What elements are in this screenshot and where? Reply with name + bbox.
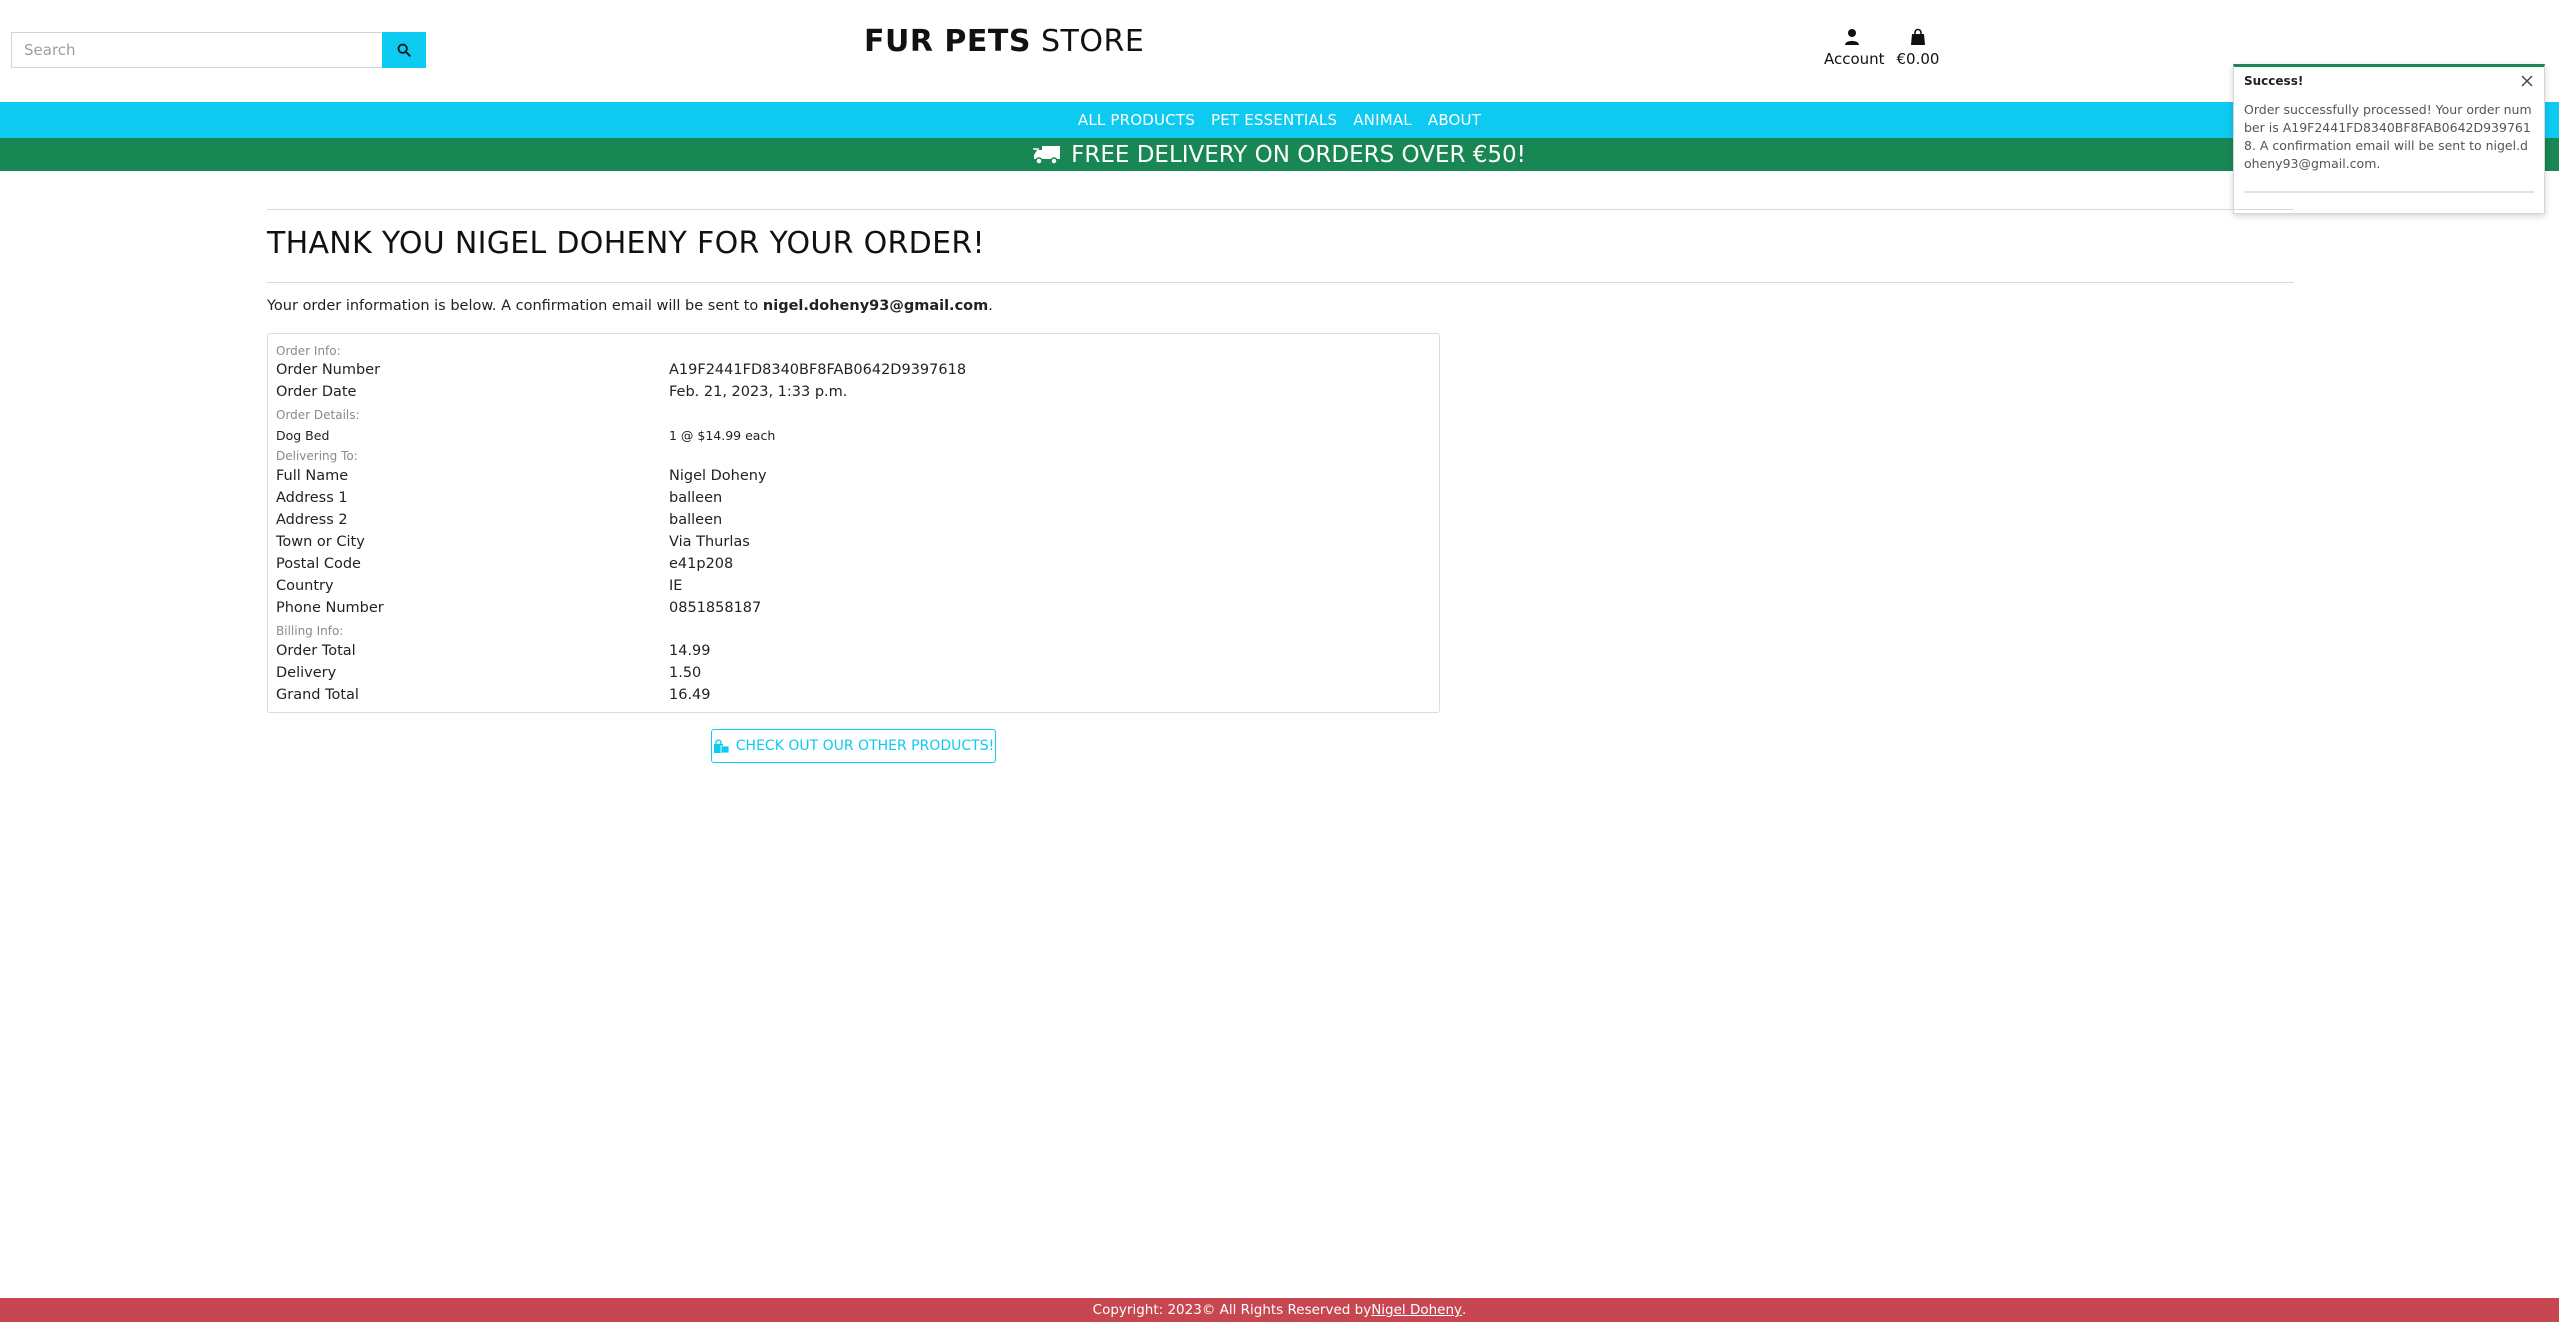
shopping-bag-link[interactable]: €0.00: [1894, 28, 1942, 68]
toast-header: Success!: [2234, 67, 2544, 88]
postal-value: e41p208: [669, 556, 734, 572]
order-date-value: Feb. 21, 2023, 1:33 p.m.: [669, 384, 848, 400]
author-link[interactable]: Nigel Doheny: [1371, 1302, 1462, 1318]
search-icon: [397, 43, 411, 57]
postal-label: Postal Code: [276, 556, 361, 572]
order-date-label: Order Date: [276, 384, 357, 400]
shopping-bags-icon: [713, 738, 730, 753]
search-input[interactable]: [11, 32, 382, 68]
success-toast: Success! Order successfully processed! Y…: [2233, 64, 2545, 214]
search-form: [11, 32, 426, 68]
phone-label: Phone Number: [276, 600, 384, 616]
delivering-to-heading: Delivering To:: [276, 449, 358, 463]
town-label: Town or City: [276, 534, 365, 550]
user-icon: [1845, 29, 1859, 45]
delivery-banner: FREE DELIVERY ON ORDERS OVER €50!: [0, 138, 2559, 171]
intro-email: nigel.doheny93@gmail.com: [762, 298, 989, 314]
grand-total-value: 16.49: [669, 687, 711, 703]
page-title: THANK YOU NIGEL DOHENY FOR YOUR ORDER!: [267, 226, 985, 261]
address1-value: balleen: [669, 490, 723, 506]
bag-total: €0.00: [1896, 50, 1940, 68]
copyright-text: Copyright: 2023© All Rights Reserved by: [1092, 1302, 1372, 1318]
intro-message: Your order information is below. A confi…: [267, 298, 763, 314]
intro-end: .: [988, 298, 993, 314]
site-header: FUR PETS STORE Account €0.00: [0, 0, 2559, 102]
footer-end: .: [1462, 1302, 1467, 1318]
account-label: Account: [1824, 50, 1885, 68]
site-footer: Copyright: 2023© All Rights Reserved by …: [0, 1298, 2559, 1322]
cta-label: CHECK OUT OUR OTHER PRODUCTS!: [735, 738, 995, 754]
truck-icon: [1033, 145, 1061, 165]
top-divider: [267, 209, 2294, 210]
toast-title: Success!: [2244, 74, 2304, 88]
order-number-label: Order Number: [276, 362, 381, 378]
search-button[interactable]: [382, 32, 426, 68]
site-logo[interactable]: FUR PETS STORE: [864, 24, 1144, 59]
full-name-label: Full Name: [276, 468, 349, 484]
delivery-label: Delivery: [276, 665, 337, 681]
main-nav: ALL PRODUCTS PET ESSENTIALS ANIMAL ABOUT: [0, 102, 2559, 138]
nav-animal[interactable]: ANIMAL: [1353, 111, 1412, 129]
toast-divider: [2244, 191, 2534, 193]
item-name: Dog Bed: [276, 428, 330, 443]
logo-rest-text: STORE: [1030, 24, 1145, 59]
address2-value: balleen: [669, 512, 723, 528]
nav-about[interactable]: ABOUT: [1428, 111, 1481, 129]
address2-label: Address 2: [276, 512, 348, 528]
shopping-bag-icon: [1911, 28, 1925, 45]
address1-label: Address 1: [276, 490, 348, 506]
order-number-value: A19F2441FD8340BF8FAB0642D9397618: [669, 362, 967, 378]
order-summary-card: Order Info: Order Number A19F2441FD8340B…: [267, 333, 1440, 713]
delivery-value: 1.50: [669, 665, 702, 681]
account-link[interactable]: Account: [1824, 28, 1885, 68]
order-info-heading: Order Info:: [276, 344, 341, 358]
close-icon[interactable]: [2520, 74, 2534, 88]
full-name-value: Nigel Doheny: [669, 468, 767, 484]
title-divider: [267, 282, 2294, 283]
grand-total-label: Grand Total: [276, 687, 359, 703]
item-qty-price: 1 @ $14.99 each: [669, 428, 776, 443]
country-label: Country: [276, 578, 334, 594]
nav-all-products[interactable]: ALL PRODUCTS: [1078, 111, 1195, 129]
logo-bold-text: FUR PETS: [864, 24, 1031, 59]
billing-info-heading: Billing Info:: [276, 624, 344, 638]
banner-text: FREE DELIVERY ON ORDERS OVER €50!: [1071, 141, 1526, 168]
order-total-label: Order Total: [276, 643, 356, 659]
intro-text: Your order information is below. A confi…: [267, 298, 993, 314]
order-details-heading: Order Details:: [276, 408, 360, 422]
toast-message: Order successfully processed! Your order…: [2244, 102, 2532, 171]
phone-value: 0851858187: [669, 600, 762, 616]
town-value: Via Thurlas: [669, 534, 750, 550]
nav-pet-essentials[interactable]: PET ESSENTIALS: [1211, 111, 1337, 129]
order-total-value: 14.99: [669, 643, 711, 659]
check-out-products-button[interactable]: CHECK OUT OUR OTHER PRODUCTS!: [711, 729, 996, 763]
country-value: IE: [669, 578, 683, 594]
